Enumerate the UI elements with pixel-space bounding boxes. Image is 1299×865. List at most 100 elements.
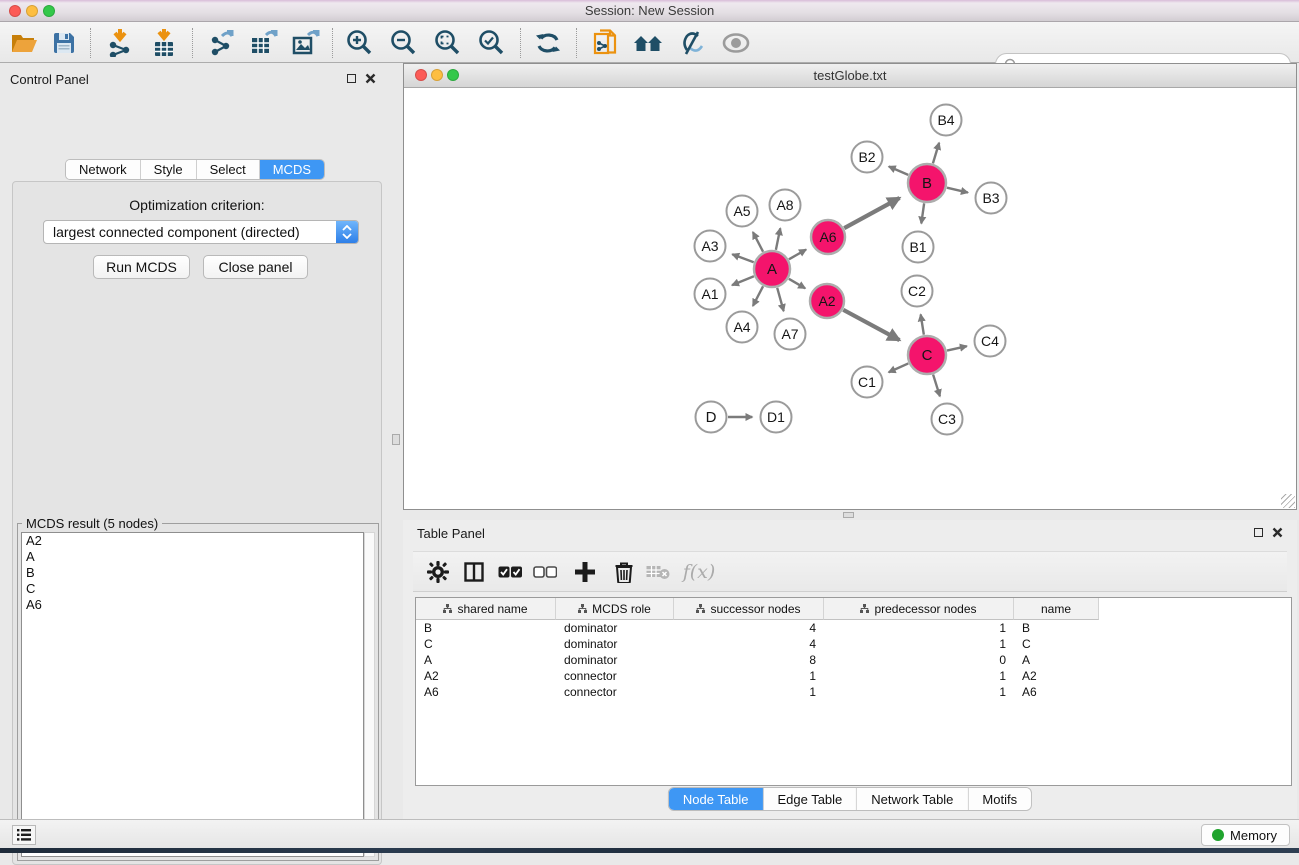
tab-motifs[interactable]: Motifs	[968, 788, 1031, 810]
zoom-out-icon[interactable]	[386, 26, 422, 60]
table-cell[interactable]: 1	[824, 684, 1014, 700]
node-A3[interactable]: A3	[695, 231, 726, 262]
node-B1[interactable]: B1	[903, 232, 934, 263]
edge-B-B3[interactable]	[947, 188, 968, 193]
table-cell[interactable]: dominator	[556, 620, 674, 636]
network-close-button[interactable]	[415, 69, 427, 81]
vertical-split-handle[interactable]	[392, 434, 400, 445]
app-minimize-button[interactable]	[26, 5, 38, 17]
node-B4[interactable]: B4	[931, 105, 962, 136]
node-C[interactable]: C	[908, 336, 946, 374]
zoom-selected-icon[interactable]	[474, 26, 510, 60]
edge-B-B4[interactable]	[933, 143, 939, 164]
column-header-successor-nodes[interactable]: successor nodes	[674, 598, 824, 620]
edge-A-A8[interactable]	[776, 228, 780, 250]
table-cell[interactable]: A6	[1014, 684, 1099, 700]
network-window-titlebar[interactable]: testGlobe.txt	[404, 64, 1296, 88]
table-row[interactable]: A6connector11A6	[416, 684, 1291, 700]
zoom-fit-icon[interactable]	[430, 26, 466, 60]
table-row[interactable]: Bdominator41B	[416, 620, 1291, 636]
node-D1[interactable]: D1	[761, 402, 792, 433]
deselect-all-checkboxes-icon[interactable]	[528, 555, 562, 589]
node-D[interactable]: D	[696, 402, 727, 433]
save-icon[interactable]	[46, 26, 82, 60]
table-cell[interactable]: dominator	[556, 636, 674, 652]
node-A2[interactable]: A2	[810, 284, 844, 318]
function-builder-icon[interactable]: f(x)	[677, 555, 721, 589]
edge-A-A2[interactable]	[789, 279, 805, 288]
network-minimize-button[interactable]	[431, 69, 443, 81]
edge-A-A4[interactable]	[753, 286, 763, 306]
edge-C-C1[interactable]	[889, 363, 909, 372]
open-folder-icon[interactable]	[6, 26, 42, 60]
table-cell[interactable]: dominator	[556, 652, 674, 668]
node-B3[interactable]: B3	[976, 183, 1007, 214]
close-panel-icon[interactable]	[1272, 527, 1283, 538]
mcds-result-item[interactable]: B	[22, 565, 363, 581]
edge-A-A1[interactable]	[732, 276, 754, 285]
table-cell[interactable]: connector	[556, 668, 674, 684]
tab-style[interactable]: Style	[141, 160, 197, 179]
table-cell[interactable]: connector	[556, 684, 674, 700]
node-B[interactable]: B	[908, 164, 946, 202]
edge-A-A5[interactable]	[753, 232, 763, 252]
edge-C-C2[interactable]	[921, 314, 924, 334]
app-zoom-button[interactable]	[43, 5, 55, 17]
node-A[interactable]: A	[754, 251, 790, 287]
node-A4[interactable]: A4	[727, 312, 758, 343]
select-all-checkboxes-icon[interactable]	[493, 555, 527, 589]
mcds-result-item[interactable]: A	[22, 549, 363, 565]
edge-B-B2[interactable]	[889, 166, 908, 174]
table-cell[interactable]: C	[1014, 636, 1099, 652]
table-cell[interactable]: A2	[416, 668, 556, 684]
column-header-predecessor-nodes[interactable]: predecessor nodes	[824, 598, 1014, 620]
vertical-split-divider[interactable]	[390, 63, 403, 819]
tab-mcds[interactable]: MCDS	[260, 160, 324, 179]
network-graph[interactable]: AA6A2BCA5A8A3A1A4A7B2B4B3B1C2C4C1C3DD1	[404, 88, 1296, 509]
tab-node-table[interactable]: Node Table	[669, 788, 764, 810]
trash-icon[interactable]	[607, 555, 641, 589]
edge-A-A3[interactable]	[732, 254, 753, 262]
import-network-icon[interactable]	[102, 26, 138, 60]
delete-column-icon[interactable]	[641, 555, 675, 589]
mcds-scrollbar[interactable]	[364, 532, 375, 857]
table-cell[interactable]: 1	[824, 620, 1014, 636]
table-row[interactable]: A2connector11A2	[416, 668, 1291, 684]
export-table-icon[interactable]	[246, 26, 282, 60]
tab-edge-table[interactable]: Edge Table	[763, 788, 857, 810]
mcds-result-list[interactable]: A2ABCA6	[21, 532, 364, 857]
float-panel-icon[interactable]	[347, 74, 356, 83]
table-cell[interactable]: 4	[674, 636, 824, 652]
memory-button[interactable]: Memory	[1201, 824, 1290, 846]
table-cell[interactable]: A6	[416, 684, 556, 700]
edge-A6-B[interactable]	[844, 198, 899, 228]
column-header-shared-name[interactable]: shared name	[416, 598, 556, 620]
node-C2[interactable]: C2	[902, 276, 933, 307]
mcds-result-item[interactable]: A6	[22, 597, 363, 613]
table-cell[interactable]: 8	[674, 652, 824, 668]
app-close-button[interactable]	[9, 5, 21, 17]
node-B2[interactable]: B2	[852, 142, 883, 173]
edge-A2-C[interactable]	[843, 310, 899, 340]
table-cell[interactable]: 1	[674, 668, 824, 684]
table-cell[interactable]: A	[416, 652, 556, 668]
table-cell[interactable]: B	[1014, 620, 1099, 636]
hide-graphics-icon[interactable]	[674, 26, 710, 60]
float-panel-icon[interactable]	[1254, 528, 1263, 537]
column-header-mcds-role[interactable]: MCDS role	[556, 598, 674, 620]
mcds-result-item[interactable]: C	[22, 581, 363, 597]
table-cell[interactable]: 1	[674, 684, 824, 700]
node-A1[interactable]: A1	[695, 279, 726, 310]
node-C1[interactable]: C1	[852, 367, 883, 398]
table-cell[interactable]: 0	[824, 652, 1014, 668]
table-cell[interactable]: A	[1014, 652, 1099, 668]
table-cell[interactable]: 1	[824, 636, 1014, 652]
node-A8[interactable]: A8	[770, 190, 801, 221]
split-columns-icon[interactable]	[457, 555, 491, 589]
close-panel-icon[interactable]	[365, 73, 376, 84]
column-header-name[interactable]: name	[1014, 598, 1099, 620]
export-network-icon[interactable]	[204, 26, 240, 60]
table-cell[interactable]: B	[416, 620, 556, 636]
add-icon[interactable]	[568, 555, 602, 589]
tab-select[interactable]: Select	[197, 160, 260, 179]
